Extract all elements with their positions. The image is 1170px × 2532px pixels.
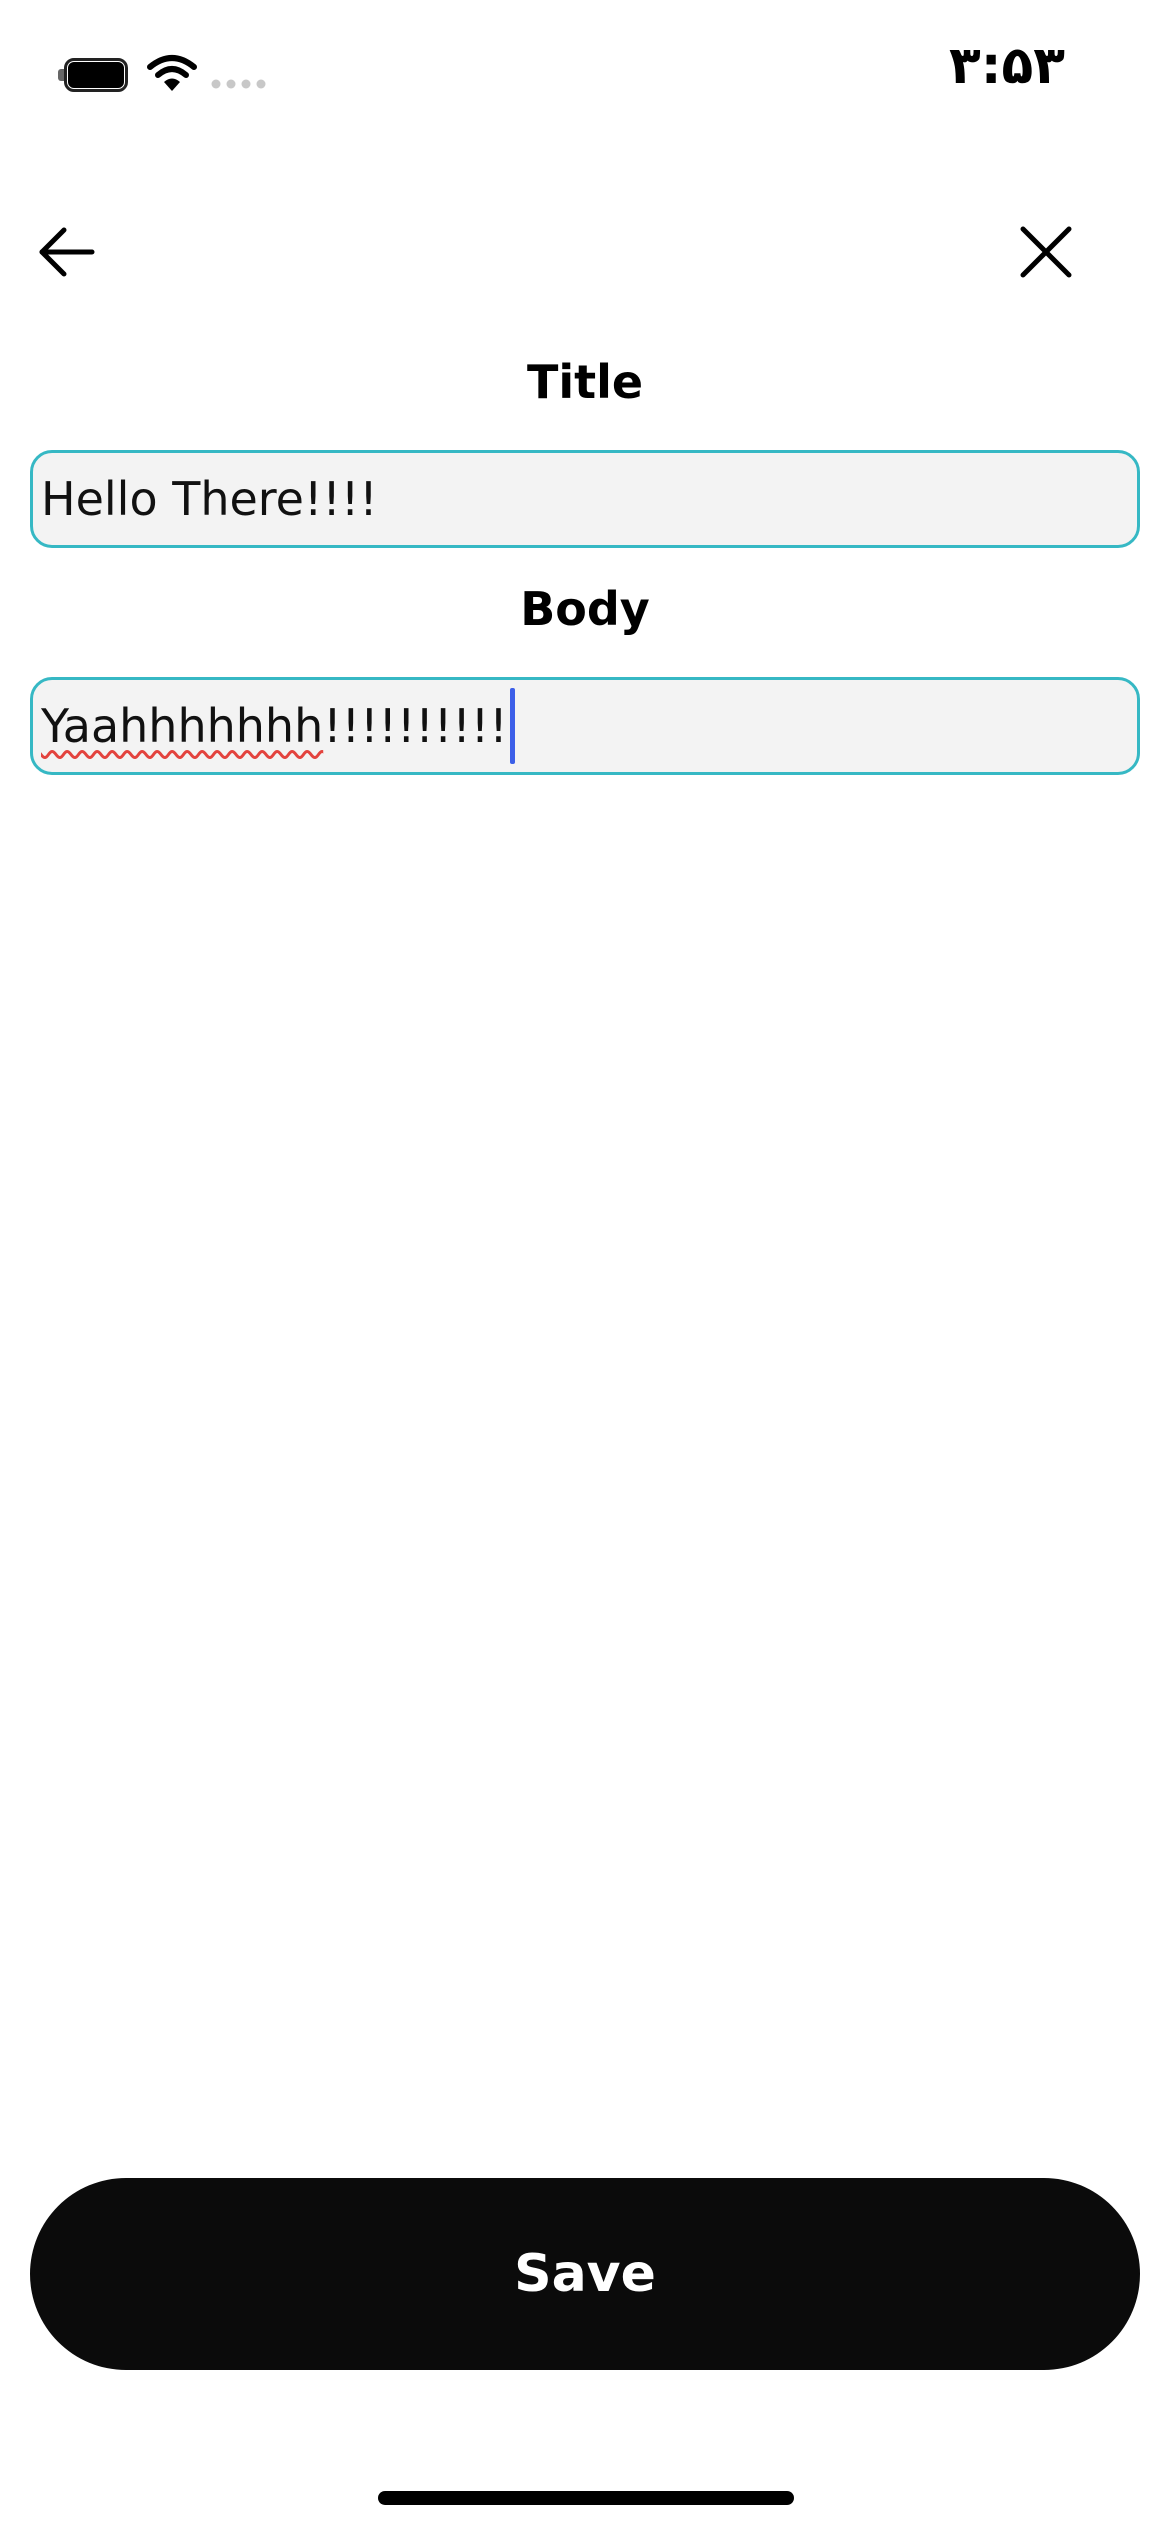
body-label: Body [520, 582, 650, 636]
save-button-label: Save [514, 2244, 656, 2304]
home-indicator[interactable] [378, 2491, 794, 2505]
text-caret [509, 688, 515, 764]
battery-icon [58, 58, 128, 92]
status-time: ۳:۵۳ [948, 36, 1065, 96]
close-button[interactable] [1016, 222, 1076, 282]
status-bar: ۳:۵۳ [0, 0, 1170, 140]
wifi-icon [147, 55, 197, 91]
body-input-misspelled-word: Yaahhhhhhh [41, 699, 324, 753]
arrow-left-icon [39, 227, 95, 277]
body-input-value: !!!!!!!!!! [323, 699, 508, 753]
title-input[interactable]: Hello There!!!! [30, 450, 1140, 548]
title-label: Title [526, 355, 644, 409]
body-input[interactable]: Yaahhhhhhh!!!!!!!!!! [30, 677, 1140, 775]
cellular-signal-icon [211, 79, 266, 89]
title-input-value: Hello There!!!! [41, 472, 378, 526]
save-button[interactable]: Save [30, 2178, 1140, 2370]
back-button[interactable] [36, 222, 96, 282]
close-icon [1020, 226, 1072, 278]
